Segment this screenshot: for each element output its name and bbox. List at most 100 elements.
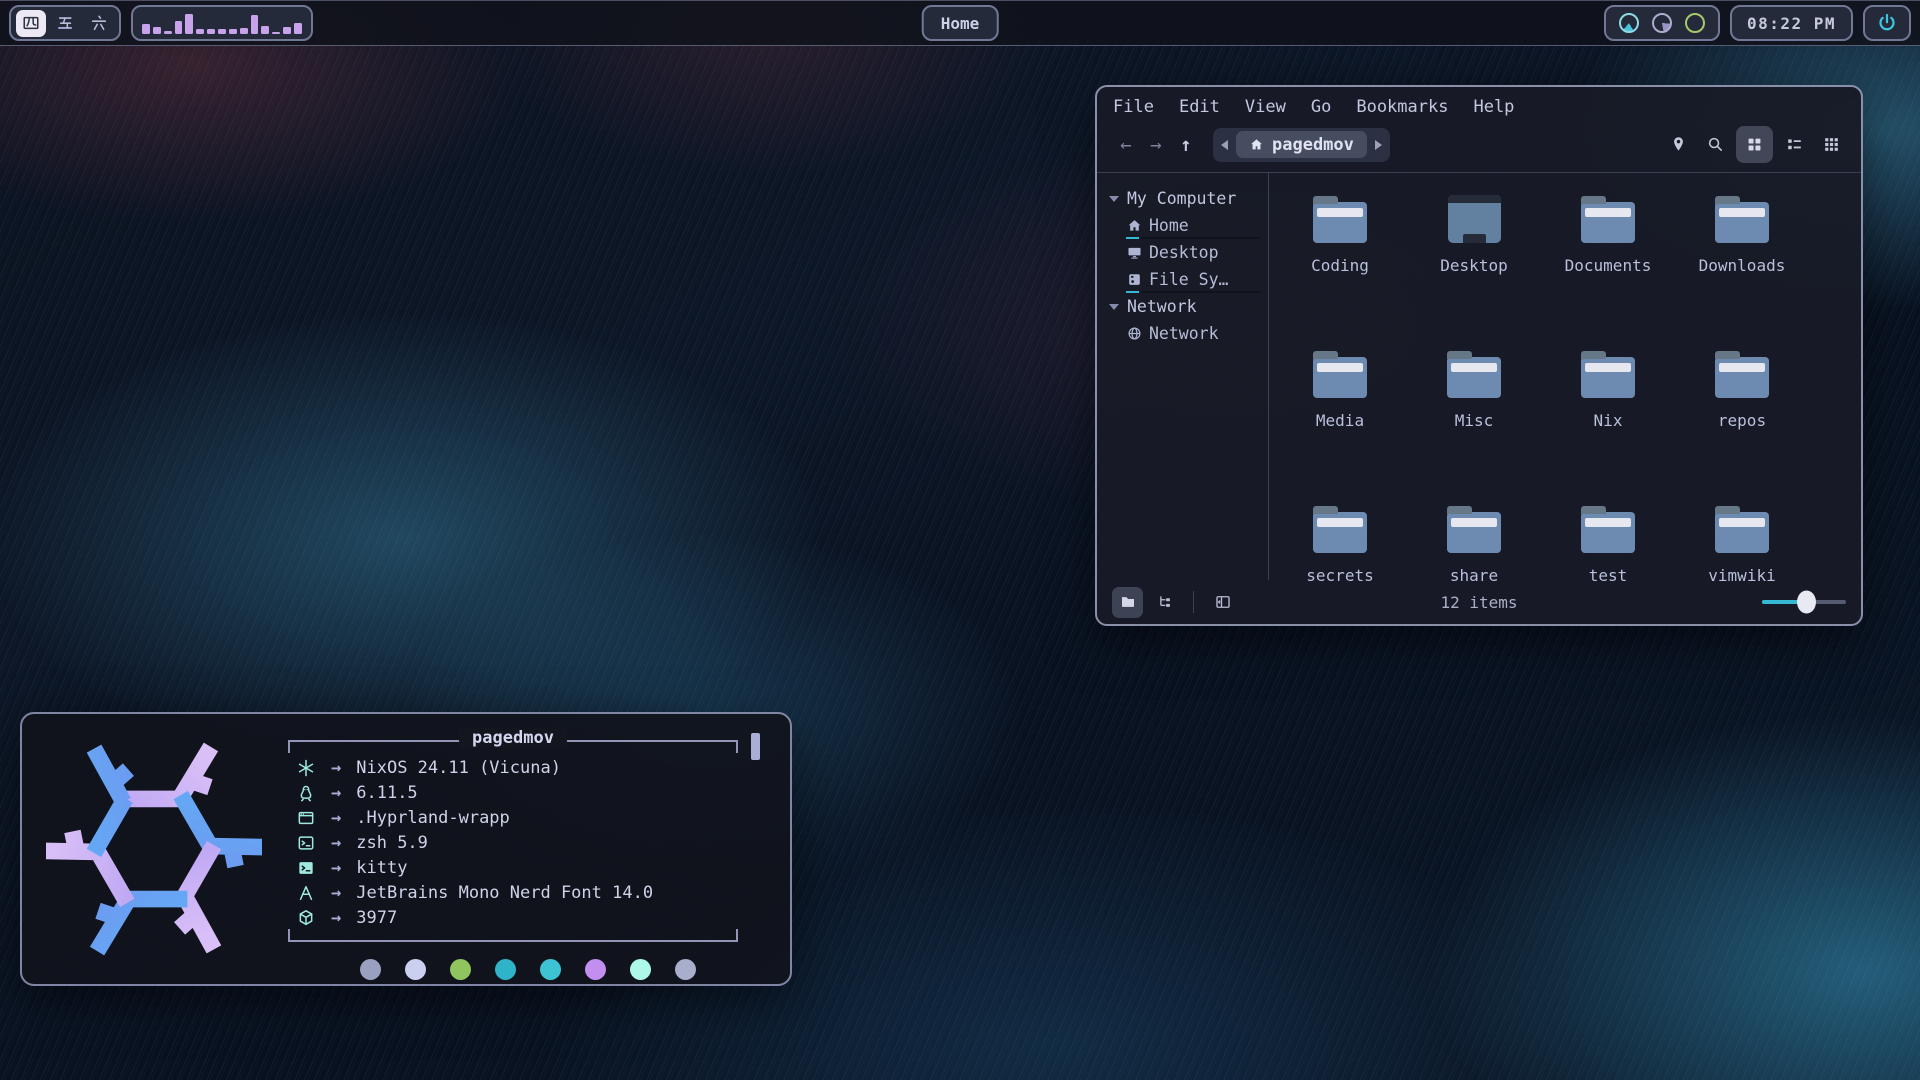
toolbar: ← → ↑ pagedmov bbox=[1097, 119, 1861, 173]
monitor-icon bbox=[1448, 195, 1501, 243]
toolbar-view-icons bbox=[1662, 126, 1847, 163]
up-button[interactable]: ↑ bbox=[1171, 134, 1201, 156]
tree-view-button[interactable] bbox=[1149, 587, 1180, 618]
menu-go[interactable]: Go bbox=[1311, 97, 1331, 117]
power-icon bbox=[1876, 12, 1898, 34]
arrow-icon: → bbox=[331, 758, 341, 778]
folder-label: Documents bbox=[1565, 256, 1652, 275]
location-button[interactable] bbox=[1662, 129, 1694, 161]
packages-value: 3977 bbox=[356, 908, 397, 928]
fetch-line-font: → JetBrains Mono Nerd Font 14.0 bbox=[296, 880, 768, 905]
menu-bookmarks[interactable]: Bookmarks bbox=[1356, 97, 1448, 117]
palette-dot bbox=[540, 959, 561, 980]
sidebar-item-home[interactable]: Home bbox=[1109, 212, 1262, 239]
folder-item[interactable]: Nix bbox=[1541, 338, 1675, 493]
arrow-icon: → bbox=[331, 883, 341, 903]
search-button[interactable] bbox=[1699, 129, 1731, 161]
terminal-value: kitty bbox=[356, 858, 407, 878]
folder-item[interactable]: Downloads bbox=[1675, 183, 1809, 338]
forward-button[interactable]: → bbox=[1141, 134, 1171, 156]
wm-icon bbox=[296, 808, 316, 828]
menubar: File Edit View Go Bookmarks Help bbox=[1097, 87, 1861, 119]
nixos-logo bbox=[46, 741, 262, 957]
arrow-icon: → bbox=[331, 808, 341, 828]
fetch-frame-bottom bbox=[288, 940, 738, 942]
folder-item[interactable]: Coding bbox=[1273, 183, 1407, 338]
cpu-gauge-icon bbox=[1619, 13, 1639, 33]
audio-visualizer bbox=[131, 5, 313, 41]
fetch-line-wm: → .Hyprland-wrapp bbox=[296, 805, 768, 830]
path-scroll-left-icon[interactable] bbox=[1221, 140, 1228, 150]
sidebar-item-label: Network bbox=[1149, 324, 1219, 343]
menu-file[interactable]: File bbox=[1113, 97, 1154, 117]
sidebar-section-network[interactable]: Network bbox=[1109, 293, 1262, 320]
terminal-window[interactable]: pagedmov → NixOS 24.11 (Vicuna) → 6.11.5… bbox=[20, 712, 792, 986]
path-scroll-right-icon[interactable] bbox=[1375, 140, 1382, 150]
wm-value: .Hyprland-wrapp bbox=[356, 808, 510, 828]
palette-dot bbox=[450, 959, 471, 980]
folder-item[interactable]: repos bbox=[1675, 338, 1809, 493]
shell-icon bbox=[296, 833, 316, 853]
sidebar-item-label: Home bbox=[1149, 216, 1189, 235]
visualizer-bar bbox=[196, 29, 204, 34]
power-button[interactable] bbox=[1863, 5, 1911, 41]
folder-item[interactable]: share bbox=[1407, 493, 1541, 648]
font-icon bbox=[296, 883, 316, 903]
os-value: NixOS 24.11 (Vicuna) bbox=[356, 758, 561, 778]
terminal-icon bbox=[296, 858, 316, 878]
back-button[interactable]: ← bbox=[1111, 134, 1141, 156]
zoom-slider[interactable] bbox=[1762, 600, 1846, 604]
folder-item[interactable]: Documents bbox=[1541, 183, 1675, 338]
menu-view[interactable]: View bbox=[1245, 97, 1286, 117]
nixos-icon bbox=[296, 758, 316, 778]
sidebar: My Computer Home Desktop File Sy… Networ… bbox=[1097, 173, 1269, 580]
folder-item[interactable]: secrets bbox=[1273, 493, 1407, 648]
collapse-chevron-icon bbox=[1109, 196, 1119, 202]
sidebar-item-network[interactable]: Network bbox=[1109, 320, 1262, 347]
compact-view-button[interactable] bbox=[1815, 129, 1847, 161]
sidebar-item-desktop[interactable]: Desktop bbox=[1109, 239, 1262, 266]
folder-icon bbox=[1715, 357, 1769, 398]
menu-help[interactable]: Help bbox=[1473, 97, 1514, 117]
folder-icon bbox=[1715, 512, 1769, 553]
sidebar-section-my-computer[interactable]: My Computer bbox=[1109, 185, 1262, 212]
sidebar-item-file-system[interactable]: File Sy… bbox=[1109, 266, 1262, 293]
workspace-5[interactable] bbox=[50, 10, 80, 37]
system-gauges-pill bbox=[1604, 5, 1720, 41]
workspace-6[interactable] bbox=[84, 10, 114, 37]
folder-item[interactable]: Desktop bbox=[1407, 183, 1541, 338]
list-view-button[interactable] bbox=[1778, 129, 1810, 161]
zoom-slider-thumb[interactable] bbox=[1797, 591, 1816, 614]
kernel-value: 6.11.5 bbox=[356, 783, 417, 803]
collapse-chevron-icon bbox=[1109, 304, 1119, 310]
visualizer-bar bbox=[272, 32, 280, 34]
home-icon bbox=[1249, 137, 1264, 152]
folder-item[interactable]: Misc bbox=[1407, 338, 1541, 493]
font-value: JetBrains Mono Nerd Font 14.0 bbox=[356, 883, 653, 903]
tree-view-icon bbox=[1156, 593, 1174, 611]
menu-edit[interactable]: Edit bbox=[1179, 97, 1220, 117]
path-segment-home[interactable]: pagedmov bbox=[1236, 131, 1367, 158]
section-label: My Computer bbox=[1127, 189, 1236, 208]
show-folders-button[interactable] bbox=[1112, 587, 1143, 618]
glyph-six-icon bbox=[90, 14, 108, 32]
fetch-line-shell: → zsh 5.9 bbox=[296, 830, 768, 855]
arrow-icon: → bbox=[331, 783, 341, 803]
visualizer-bar bbox=[283, 27, 291, 34]
terminal-cursor bbox=[751, 733, 760, 760]
side-pane-icon bbox=[1214, 593, 1232, 611]
visualizer-bar bbox=[175, 21, 183, 34]
workspace-4[interactable] bbox=[16, 10, 46, 37]
icon-view-button[interactable] bbox=[1736, 126, 1773, 163]
visualizer-bar bbox=[153, 27, 161, 34]
folder-label: Desktop bbox=[1440, 256, 1507, 275]
folder-icon bbox=[1447, 357, 1501, 398]
visualizer-bar bbox=[294, 23, 302, 34]
toggle-side-pane-button[interactable] bbox=[1207, 587, 1238, 618]
active-window-title: Home bbox=[922, 5, 999, 41]
folder-item[interactable]: Media bbox=[1273, 338, 1407, 493]
workspaces-pill bbox=[9, 5, 121, 41]
folder-item[interactable]: vimwiki bbox=[1675, 493, 1809, 648]
folder-item[interactable]: test bbox=[1541, 493, 1675, 648]
file-manager-window: File Edit View Go Bookmarks Help ← → ↑ p… bbox=[1095, 85, 1863, 626]
